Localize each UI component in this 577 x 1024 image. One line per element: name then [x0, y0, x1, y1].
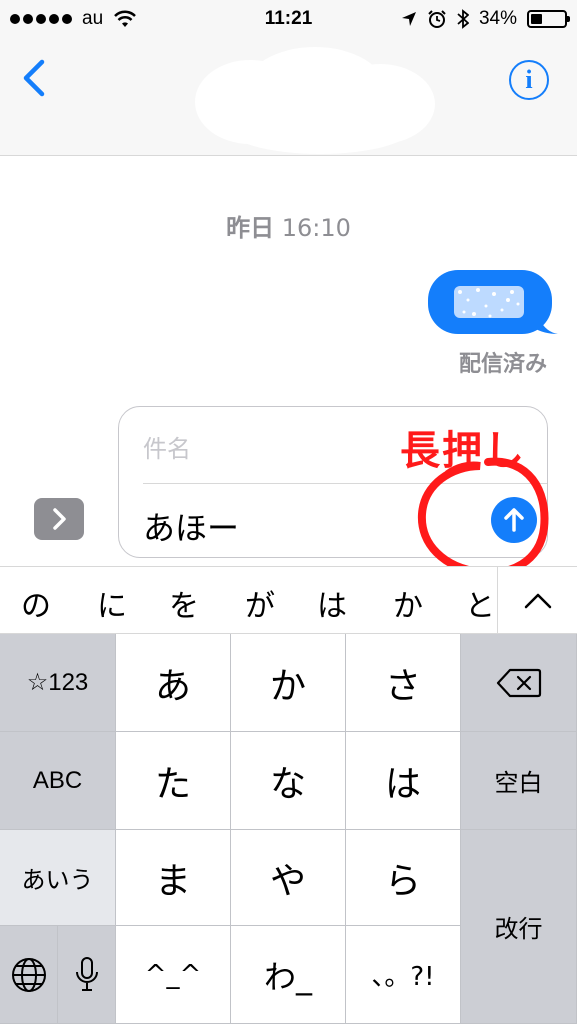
timestamp-day: 昨日 — [226, 214, 275, 242]
return-key[interactable]: 改行 — [461, 830, 577, 1024]
message-input[interactable]: あほー — [143, 503, 239, 549]
battery-icon — [527, 10, 570, 28]
abc-key[interactable]: ABC — [0, 732, 116, 830]
globe-key[interactable] — [0, 926, 58, 1024]
annotation-label: 長押し — [400, 428, 526, 474]
kana-na-key[interactable]: な — [231, 732, 346, 830]
kana-ma-key[interactable]: ま — [116, 830, 231, 926]
kana-ra-key[interactable]: ら — [346, 830, 461, 926]
microphone-icon — [75, 956, 98, 991]
timestamp-time: 16:10 — [281, 214, 351, 242]
info-button[interactable]: i — [509, 60, 549, 100]
subject-input[interactable]: 件名 — [143, 429, 191, 464]
candidate-bar: の に を が は か と — [0, 566, 577, 634]
kana-ya-key[interactable]: や — [231, 830, 346, 926]
candidate-item[interactable]: の — [16, 581, 56, 625]
kana-ta-key[interactable]: た — [116, 732, 231, 830]
chevron-right-icon — [53, 508, 66, 530]
candidate-item[interactable]: と — [460, 581, 500, 625]
status-bar: au 11:21 34% — [0, 0, 577, 40]
expand-apps-button[interactable] — [34, 498, 84, 540]
space-key[interactable]: 空白 — [461, 732, 577, 830]
candidate-item[interactable]: を — [164, 581, 204, 625]
navigation-bar: i — [0, 40, 577, 156]
alarm-icon — [428, 10, 446, 28]
numbers-key[interactable]: ☆123 — [0, 634, 116, 732]
arrow-up-icon — [504, 508, 524, 532]
delivered-status: 配信済み — [458, 352, 547, 377]
keyboard: ☆123 ABC あいう あ か さ た な は ま や ら ^_^ わ_ 、。… — [0, 634, 577, 1024]
location-arrow-icon — [401, 12, 416, 26]
candidate-item[interactable]: に — [92, 581, 132, 625]
kana-wa-key[interactable]: わ_ — [231, 926, 346, 1024]
punctuation-key[interactable]: 、。?! — [346, 926, 461, 1024]
microphone-key[interactable] — [58, 926, 116, 1024]
redacted-contact-name — [195, 47, 435, 154]
candidate-item[interactable]: は — [312, 581, 352, 625]
message-timestamp: 昨日 16:10 — [0, 208, 577, 243]
sent-message-bubble[interactable] — [428, 270, 558, 334]
delete-key[interactable] — [461, 634, 577, 732]
send-button[interactable] — [491, 497, 537, 543]
kana-key[interactable]: あいう — [0, 830, 116, 926]
kana-ha-key[interactable]: は — [346, 732, 461, 830]
candidate-item[interactable]: か — [388, 581, 428, 625]
kana-ka-key[interactable]: か — [231, 634, 346, 732]
chevron-up-icon — [524, 593, 552, 609]
battery-percent: 34% — [478, 8, 517, 29]
kana-a-key[interactable]: あ — [116, 634, 231, 732]
kana-sa-key[interactable]: さ — [346, 634, 461, 732]
chevron-left-icon[interactable] — [18, 56, 54, 100]
expand-candidates-button[interactable] — [497, 567, 577, 634]
backspace-icon — [496, 668, 541, 697]
candidate-item[interactable]: が — [240, 581, 280, 625]
emoticon-key[interactable]: ^_^ — [116, 926, 231, 1024]
obscured-message-content — [454, 286, 558, 334]
bluetooth-icon — [457, 9, 469, 29]
compose-divider — [143, 483, 547, 484]
globe-icon — [11, 957, 46, 992]
battery-level — [531, 14, 542, 24]
